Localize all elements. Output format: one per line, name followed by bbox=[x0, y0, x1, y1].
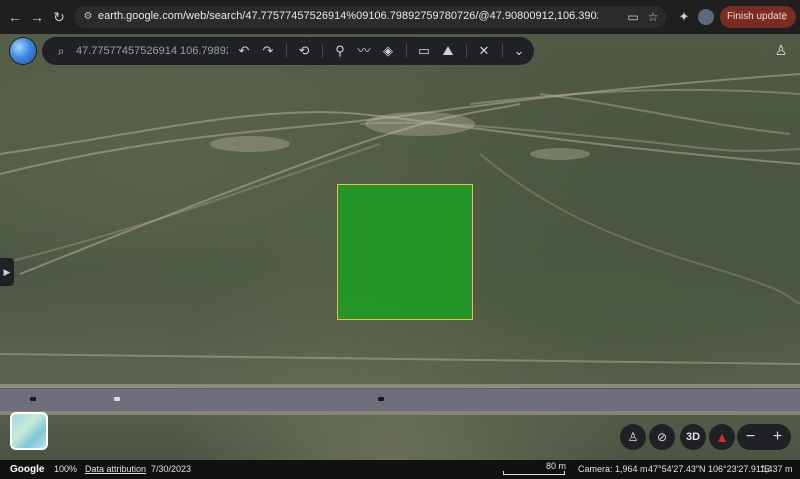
camera-altitude: Camera: 1,964 m bbox=[578, 464, 648, 474]
scale-label: 80 m bbox=[546, 461, 567, 471]
site-info-icon[interactable]: ⚙ bbox=[82, 11, 94, 23]
cursor-coordinates: 47°54′27.43″N 106°23′27.91″E bbox=[648, 464, 771, 474]
toolbar-divider bbox=[466, 44, 467, 58]
earth-menu-logo[interactable] bbox=[10, 38, 36, 64]
browser-menu-icon[interactable]: ⋮ bbox=[779, 6, 789, 28]
compass-icon[interactable]: ▲ bbox=[709, 424, 735, 450]
google-logo: Google bbox=[10, 464, 45, 475]
search-icon[interactable]: ⌕ bbox=[54, 44, 68, 58]
extensions-icon[interactable]: ✦ bbox=[676, 9, 692, 25]
satellite-map[interactable] bbox=[0, 34, 800, 460]
toolbar-divider bbox=[322, 44, 323, 58]
path-icon[interactable]: 〰 bbox=[356, 43, 372, 59]
history-icon[interactable]: ⟲ bbox=[296, 43, 312, 59]
expand-chevron-icon[interactable]: ⌄ bbox=[511, 43, 527, 59]
toolbar-divider bbox=[502, 44, 503, 58]
road-shoulder bbox=[0, 411, 800, 415]
profile-avatar[interactable] bbox=[698, 9, 714, 25]
ground-elevation: 1,437 m bbox=[760, 464, 793, 474]
browser-toolbar: ← → ↻ ⚙ earth.google.com/web/search/47.7… bbox=[0, 0, 800, 34]
toggle-3d-button[interactable]: 3D bbox=[680, 424, 706, 450]
measure-icon[interactable]: ▭ bbox=[416, 43, 432, 59]
selected-area-polygon[interactable] bbox=[337, 184, 473, 320]
map-style-thumbnail[interactable] bbox=[10, 412, 48, 450]
zoom-level: 100% bbox=[54, 464, 78, 474]
satellite-tools-icon[interactable]: ✕ bbox=[476, 43, 492, 59]
earth-toolbar: ⌕ ↶ ↷ ⟲ ⚲ 〰 ◈ ▭ ⛰ ✕ ⌄ bbox=[42, 37, 534, 65]
redo-icon[interactable]: ↷ bbox=[260, 43, 276, 59]
vehicle bbox=[378, 397, 384, 401]
zoom-out-button[interactable]: − bbox=[737, 424, 764, 450]
vehicle bbox=[114, 397, 120, 401]
zoom-controls: − + bbox=[737, 424, 791, 450]
reload-icon[interactable]: ↻ bbox=[50, 8, 68, 26]
cast-icon[interactable]: ▭ bbox=[626, 10, 640, 24]
address-bar[interactable]: ⚙ earth.google.com/web/search/47.7757745… bbox=[74, 6, 666, 28]
panel-toggle-chevron-icon[interactable]: ▶ bbox=[0, 258, 14, 286]
placemark-icon[interactable]: ⚲ bbox=[332, 43, 348, 59]
highway bbox=[0, 389, 800, 411]
finish-update-button[interactable]: Finish update ⋮ bbox=[720, 6, 796, 28]
zoom-in-button[interactable]: + bbox=[764, 424, 791, 450]
scale-bar bbox=[503, 471, 565, 475]
vehicle bbox=[30, 397, 36, 401]
street-view-pegman-icon[interactable]: ♙ bbox=[620, 424, 646, 450]
url-text[interactable]: earth.google.com/web/search/47.775774575… bbox=[98, 10, 598, 22]
data-attribution-link[interactable]: Data attribution bbox=[85, 464, 146, 474]
status-bar: Google 100% Data attribution 7/30/2023 8… bbox=[0, 460, 800, 479]
road-shoulder bbox=[0, 384, 800, 388]
forward-arrow-icon[interactable]: → bbox=[28, 8, 46, 26]
toolbar-divider bbox=[286, 44, 287, 58]
undo-icon[interactable]: ↶ bbox=[236, 43, 252, 59]
toolbar-divider bbox=[406, 44, 407, 58]
pegman-icon[interactable]: ♙ bbox=[772, 40, 790, 60]
imagery-date: 7/30/2023 bbox=[151, 464, 192, 474]
tilt-toggle-icon[interactable]: ⊘ bbox=[649, 424, 675, 450]
bookmark-star-icon[interactable]: ☆ bbox=[646, 10, 660, 24]
search-input[interactable] bbox=[76, 43, 228, 59]
layers-icon[interactable]: ◈ bbox=[380, 43, 396, 59]
back-arrow-icon[interactable]: ← bbox=[6, 8, 24, 26]
elevation-icon[interactable]: ⛰ bbox=[440, 43, 456, 59]
